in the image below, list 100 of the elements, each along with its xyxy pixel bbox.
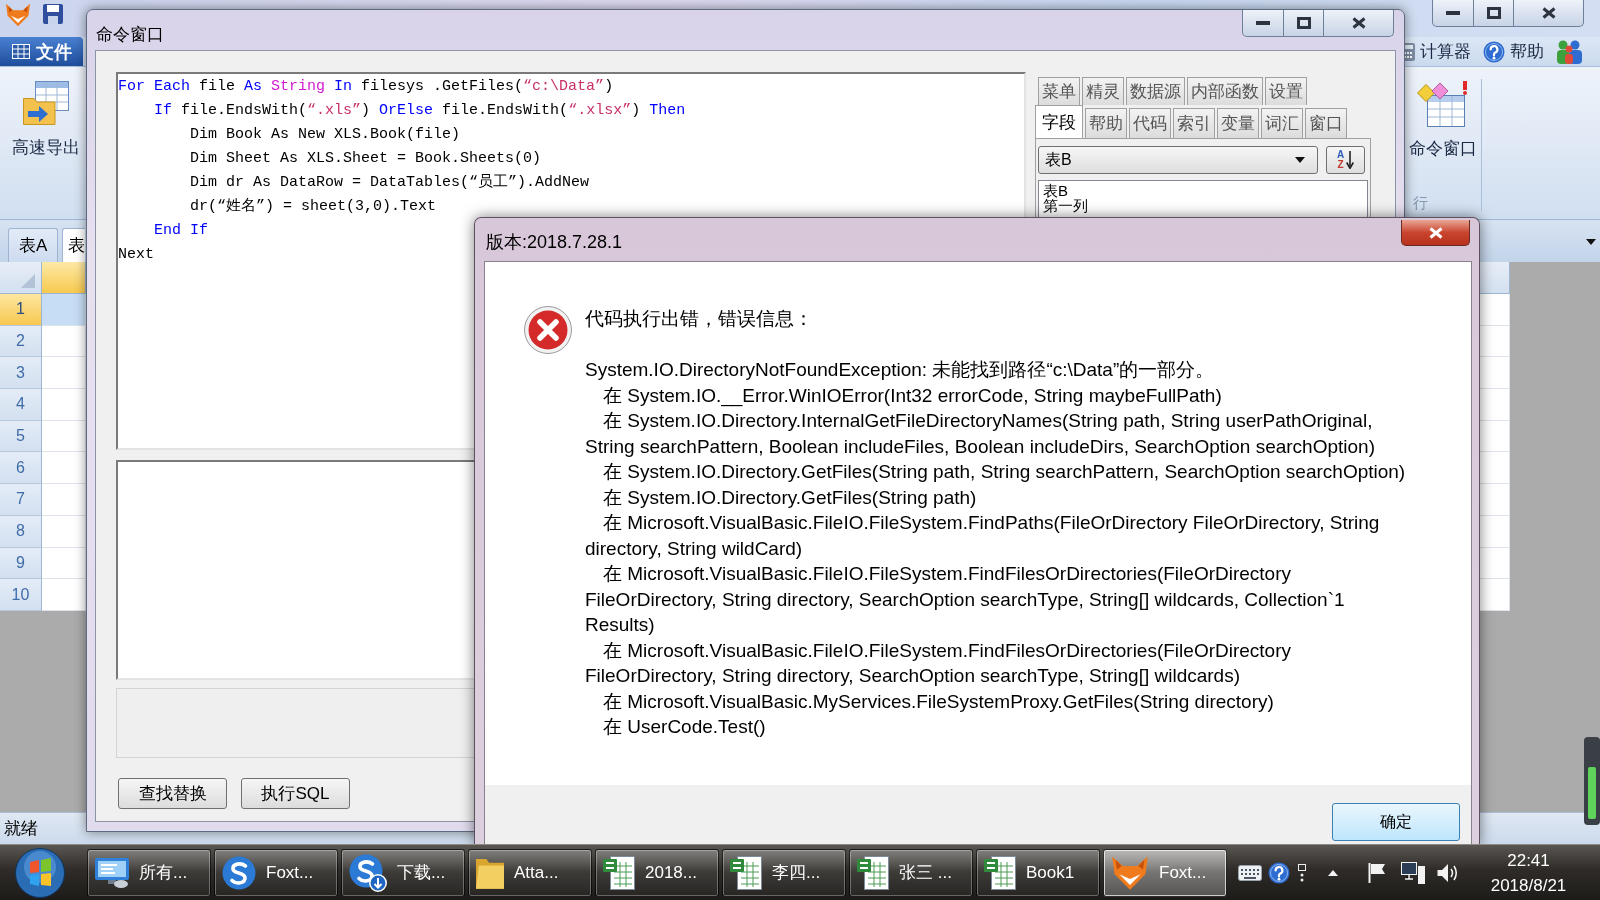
panel-tab[interactable]: 菜单 [1038, 77, 1080, 105]
maximize-icon [1296, 17, 1311, 29]
start-button[interactable] [12, 846, 68, 899]
sheet-tab[interactable]: 表A [8, 228, 59, 262]
row-header: 6 [0, 452, 42, 485]
taskbar-button[interactable]: 所有... [87, 848, 211, 897]
start-orb-icon [15, 847, 65, 898]
close-icon [1541, 7, 1556, 19]
arrow-down-icon [1346, 151, 1355, 169]
stack-frame: 在 Microsoft.VisualBasic.FileIO.FileSystem.FindFilesOrDirectories(FileOrDirectory FileOrDirectory, String directory, SearchOption searchType, String[] wildcards) [585, 637, 1417, 689]
stack-frame: 在 System.IO.__Error.WinIOError(Int32 errorCode, String maybeFullPath) [585, 382, 1222, 408]
panel-tab[interactable]: 设置 [1265, 77, 1307, 105]
taskbar-button[interactable]: Foxt... [214, 848, 338, 897]
row-header: 9 [0, 547, 42, 580]
maximize-icon [1486, 7, 1501, 19]
minimize-icon [1256, 21, 1270, 25]
stack-frame: 在 System.IO.Directory.InternalGetFileDirectoryNames(String path, String userPathOriginal, String searchPattern, Boolean includeFiles, Boolean includeDirs, SearchOption searchOption) [585, 408, 1417, 459]
panel-tab[interactable]: 字段 [1035, 105, 1083, 138]
list-item[interactable]: 表B [1043, 183, 1068, 198]
taskbar-button[interactable]: Book1 [976, 848, 1100, 897]
panel-tab[interactable]: 词汇 [1261, 108, 1303, 138]
ok-button[interactable]: 确定 [1332, 803, 1460, 841]
panel-tab[interactable]: 精灵 [1082, 77, 1124, 105]
close-button[interactable] [1514, 0, 1584, 27]
panel-tab[interactable]: 索引 [1173, 108, 1215, 138]
panel-tab[interactable]: 数据源 [1126, 77, 1185, 105]
row-header: 8 [0, 515, 42, 548]
stack-frame: 在 Microsoft.VisualBasic.FileIO.FileSystem.FindPaths(FileOrDirectory FileOrDirectory, String directory, String wildCard) [585, 510, 1417, 561]
find-replace-button[interactable]: 查找替换 [118, 778, 227, 809]
keyboard-icon[interactable] [1238, 864, 1262, 881]
help-link[interactable]: 帮助 [1483, 40, 1544, 63]
dialog-title: 版本:2018.7.28.1 [486, 231, 623, 254]
sheet-tab[interactable]: 表 [62, 228, 86, 262]
minimize-button[interactable] [1242, 10, 1284, 37]
file-menu-button[interactable]: 文件 [0, 37, 83, 66]
clock-time: 22:41 [1507, 849, 1550, 872]
column-header[interactable] [42, 262, 86, 294]
people-icon[interactable] [1556, 39, 1582, 64]
caret-icon[interactable] [1586, 239, 1596, 245]
tray-dots-icon[interactable] [1297, 863, 1307, 882]
flag-icon[interactable] [1368, 862, 1386, 883]
stack-frame: 在 Microsoft.VisualBasic.FileIO.FileSystem.FindFilesOrDirectories(FileOrDirectory FileOrDirectory, String directory, SearchOption searchType, String[] wildcards, Collection`1 Results) [585, 561, 1417, 638]
sort-button[interactable]: A Z [1326, 146, 1365, 174]
close-icon [1351, 17, 1366, 29]
close-button[interactable] [1324, 10, 1394, 37]
table-folder-icon [23, 81, 69, 125]
speaker-icon[interactable] [1437, 862, 1459, 883]
help-icon[interactable] [1268, 861, 1290, 884]
caret-up-icon[interactable] [1328, 869, 1338, 876]
monitor-icon [95, 857, 129, 888]
clock-date: 2018/8/21 [1490, 874, 1567, 897]
run-sql-button[interactable]: 执行SQL [241, 778, 350, 809]
stack-frame: 在 UserCode.Test() [585, 714, 766, 740]
command-window-button[interactable]: 命令窗口 [1405, 67, 1481, 160]
taskbar-button[interactable]: 张三 ... [849, 848, 973, 897]
status-text: 就绪 [4, 818, 38, 840]
taskbar-button[interactable]: Atta... [468, 848, 592, 897]
code-line: Dim dr As DataRow = DataTables(“员工”).AddNew [189, 173, 590, 193]
group-label: 行 [1413, 194, 1428, 213]
code-line: For Each file As String In filesys .GetFiles(“c:\Data”) [118, 77, 614, 97]
close-button[interactable] [1401, 220, 1470, 246]
minimize-button[interactable] [1432, 0, 1474, 27]
save-icon[interactable] [43, 4, 63, 24]
taskbar-button[interactable]: Foxt... [1103, 848, 1227, 897]
table-dropdown[interactable]: 表B [1038, 146, 1318, 174]
export-button[interactable]: 高速导出 [8, 67, 84, 159]
panel-tab[interactable]: 帮助 [1085, 108, 1127, 138]
taskbar-button[interactable]: 2018... [595, 848, 719, 897]
stack-frame: 在 Microsoft.VisualBasic.MyServices.FileSystemProxy.GetFiles(String directory) [585, 688, 1274, 714]
maximize-button[interactable] [1284, 10, 1324, 37]
row-header: 7 [0, 484, 42, 516]
row-header: 1 [0, 294, 42, 326]
fox-icon [1111, 854, 1149, 891]
row-header: 5 [0, 420, 42, 453]
code-line: dr(“姓名”) = sheet(3,0).Text [189, 197, 437, 217]
s-circle-download-icon [349, 853, 387, 892]
error-heading: 代码执行出错，错误信息： [585, 307, 813, 331]
caret-icon [1295, 157, 1305, 163]
taskbar-button[interactable]: 李四... [722, 848, 846, 897]
table-icon [12, 44, 30, 59]
panel-tab[interactable]: 窗口 [1305, 108, 1347, 138]
spreadsheet-icon [603, 855, 635, 890]
list-item[interactable]: 第一列 [1043, 198, 1088, 213]
stack-frame: 在 System.IO.Directory.GetFiles(String path, String searchPattern, SearchOption searchOption) [585, 459, 1406, 485]
code-line: Dim Book As New XLS.Book(file) [189, 125, 461, 145]
fox-icon[interactable] [5, 3, 31, 27]
error-icon [524, 306, 572, 354]
network-icon[interactable] [1401, 861, 1425, 884]
panel-tab[interactable]: 变量 [1217, 108, 1259, 138]
taskbar-button[interactable]: 下载... [341, 848, 465, 897]
panel-tab[interactable]: 代码 [1129, 108, 1171, 138]
row-header: 4 [0, 389, 42, 421]
help-icon [1483, 40, 1505, 63]
row-header: 3 [0, 357, 42, 390]
stack-frame: 在 System.IO.Directory.GetFiles(String path) [585, 484, 977, 510]
code-line: Dim Sheet As XLS.Sheet = Book.Sheets(0) [189, 149, 542, 169]
table-shapes-icon [1417, 81, 1469, 127]
panel-tab[interactable]: 内部函数 [1187, 77, 1263, 105]
code-line: Next [118, 245, 154, 265]
maximize-button[interactable] [1474, 0, 1514, 27]
